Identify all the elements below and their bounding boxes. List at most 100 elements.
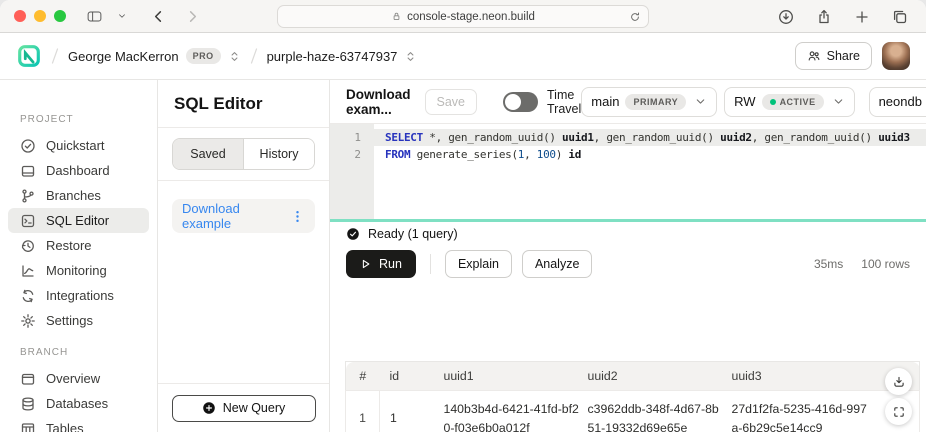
integrations-icon [20, 288, 36, 304]
neon-logo[interactable] [16, 43, 42, 69]
sidebar-item-integrations[interactable]: Integrations [8, 283, 149, 308]
sql-code-editor[interactable]: 12 SELECT *, gen_random_uuid() uuid1, ge… [330, 124, 926, 219]
column-header-uuid3: uuid3 [722, 362, 866, 391]
expand-icon [892, 405, 906, 419]
app-header: George MacKerron PRO purple-haze-6374793… [0, 33, 926, 80]
plan-badge: PRO [186, 48, 221, 64]
sidebar-item-databases[interactable]: Databases [8, 391, 149, 416]
zoom-window-button[interactable] [54, 10, 66, 22]
address-bar[interactable]: console-stage.neon.build [277, 5, 649, 28]
line-number-gutter: 12 [330, 124, 374, 219]
project-breadcrumb[interactable]: purple-haze-63747937 [267, 49, 418, 64]
tab-history[interactable]: History [244, 139, 314, 169]
uuid-value: 27d1f2fa-5235-416d-997a-6b29c5e14cc9 [732, 400, 870, 432]
breadcrumb-separator [48, 47, 62, 65]
account-breadcrumb[interactable]: George MacKerron PRO [68, 48, 241, 64]
cell-uuid2: c3962ddb-348f-4d67-8b51-19332d69e65e [578, 391, 722, 432]
sidebar-item-monitoring[interactable]: Monitoring [8, 258, 149, 283]
sidebar-toggle-icon [87, 9, 102, 24]
sidebar-item-tables[interactable]: Tables [8, 416, 149, 432]
close-window-button[interactable] [14, 10, 26, 22]
quickstart-icon [20, 138, 36, 154]
tab-overview-icon [892, 9, 908, 25]
saved-query-list: Download example [158, 181, 329, 251]
new-tab-button[interactable] [850, 5, 874, 29]
window-controls[interactable] [14, 10, 66, 22]
browser-toolbar: console-stage.neon.build [0, 0, 926, 33]
minimize-window-button[interactable] [34, 10, 46, 22]
sidebar-item-dashboard[interactable]: Dashboard [8, 158, 149, 183]
tab-overview-button[interactable] [888, 5, 912, 29]
monitoring-icon [20, 263, 36, 279]
play-icon [360, 258, 372, 270]
tab-saved[interactable]: Saved [173, 139, 244, 169]
settings-icon [20, 313, 36, 329]
query-row-count: 100 rows [861, 257, 910, 271]
analyze-button[interactable]: Analyze [522, 250, 592, 278]
share-button[interactable]: Share [795, 42, 872, 70]
results-table-container: #iduuid1uuid2uuid3 11140b3b4d-6421-41fd-… [345, 361, 920, 432]
forward-button[interactable] [180, 4, 204, 28]
run-button[interactable]: Run [346, 250, 416, 278]
browser-share-button[interactable] [812, 5, 836, 29]
save-button[interactable]: Save [425, 89, 478, 115]
app-window: console-stage.neon.build George MacKerro… [0, 0, 926, 432]
time-travel-label: Time Travel [547, 88, 581, 116]
tables-icon [20, 421, 36, 432]
panel-footer: New Query [158, 383, 329, 432]
updown-icon[interactable] [404, 50, 417, 63]
active-badge: ACTIVE [762, 94, 824, 110]
project-name: purple-haze-63747937 [267, 49, 398, 64]
uuid-value: c3962ddb-348f-4d67-8b51-19332d69e65e [588, 400, 726, 432]
explain-button[interactable]: Explain [445, 250, 512, 278]
check-circle-filled-icon [346, 227, 360, 241]
column-header-uuid2: uuid2 [578, 362, 722, 391]
database-select[interactable]: neondb [869, 87, 926, 117]
dashboard-icon [20, 163, 36, 179]
cell-uuid1: 140b3b4d-6421-41fd-bf20-f03e6b0a012f [434, 391, 578, 432]
primary-badge: PRIMARY [625, 94, 686, 110]
reload-icon[interactable] [629, 11, 641, 23]
uuid-value: 140b3b4d-6421-41fd-bf20-f03e6b0a012f [444, 400, 582, 432]
code-line: SELECT *, gen_random_uuid() uuid1, gen_r… [374, 129, 926, 146]
back-button[interactable] [146, 4, 170, 28]
table-row[interactable]: 11140b3b4d-6421-41fd-bf20-f03e6b0a012fc3… [346, 391, 920, 432]
results-table: #iduuid1uuid2uuid3 11140b3b4d-6421-41fd-… [345, 361, 920, 432]
chevron-down-icon [694, 95, 707, 108]
sidebar-chevron-down-icon[interactable] [110, 4, 134, 28]
sidebar-section-label: BRANCH [0, 347, 157, 366]
downloads-button[interactable] [774, 5, 798, 29]
databases-icon [20, 396, 36, 412]
saved-query-item[interactable]: Download example [172, 199, 315, 233]
plus-circle-icon [202, 401, 216, 415]
cell-row-number: 1 [346, 391, 380, 432]
sidebar-item-settings[interactable]: Settings [8, 308, 149, 333]
branches-icon [20, 188, 36, 204]
download-results-button[interactable] [885, 368, 912, 395]
forward-icon [185, 9, 200, 24]
browser-sidebar-toggle-icon[interactable] [82, 4, 106, 28]
cell-uuid3: 27d1f2fa-5235-416d-997a-6b29c5e14cc9 [722, 391, 866, 432]
sidebar-item-restore[interactable]: Restore [8, 233, 149, 258]
time-travel-toggle[interactable] [503, 92, 538, 112]
query-duration: 35ms [814, 257, 843, 271]
user-avatar[interactable] [882, 42, 910, 70]
code-line: FROM generate_series(1, 100) id [374, 146, 926, 163]
sidebar-item-sql-editor[interactable]: SQL Editor [8, 208, 149, 233]
sidebar-item-quickstart[interactable]: Quickstart [8, 133, 149, 158]
query-tabs: SavedHistory [158, 128, 329, 181]
column-header-uuid1: uuid1 [434, 362, 578, 391]
sql-editor-icon [20, 213, 36, 229]
sidebar-item-branches[interactable]: Branches [8, 183, 149, 208]
new-query-button[interactable]: New Query [172, 395, 316, 422]
new-tab-icon [854, 9, 870, 25]
sidebar-item-overview[interactable]: Overview [8, 366, 149, 391]
query-status-bar: Ready (1 query) [330, 222, 926, 246]
line-number: 2 [330, 146, 374, 163]
chevron-down-icon [832, 95, 845, 108]
expand-results-button[interactable] [885, 398, 912, 425]
kebab-icon[interactable] [290, 209, 305, 224]
branch-select[interactable]: main PRIMARY [581, 87, 717, 117]
updown-icon[interactable] [228, 50, 241, 63]
compute-select[interactable]: RW ACTIVE [724, 87, 854, 117]
